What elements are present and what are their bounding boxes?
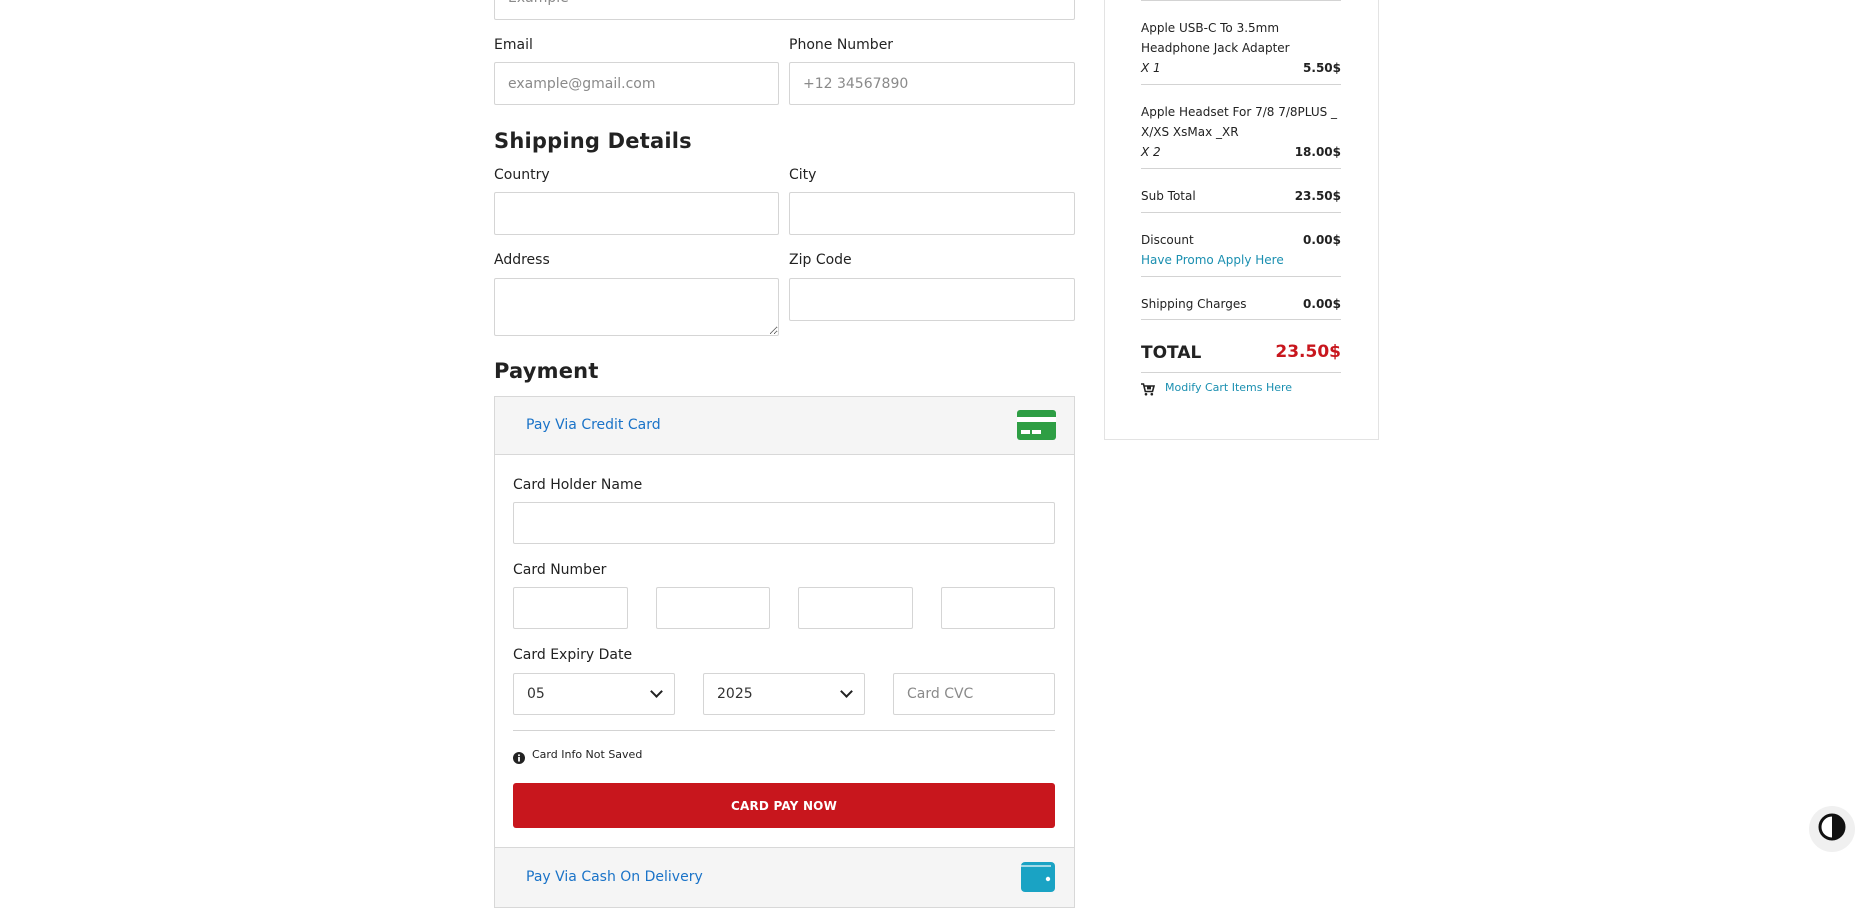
card-number-part-3[interactable] [798, 587, 913, 629]
contrast-icon [1818, 813, 1846, 845]
chevron-down-icon [650, 685, 663, 698]
expiry-month-select[interactable]: 05 [513, 673, 675, 715]
item-qty: X 1 [1141, 61, 1161, 75]
country-label: Country [494, 167, 550, 183]
shipping-charges-label: Shipping Charges [1141, 297, 1247, 311]
cash-on-delivery-option[interactable]: Pay Via Cash On Delivery [495, 847, 1074, 907]
zip-label: Zip Code [789, 252, 852, 268]
card-number-part-1[interactable] [513, 587, 628, 629]
zip-field[interactable] [789, 278, 1075, 321]
credit-card-option-label[interactable]: Pay Via Credit Card [526, 417, 661, 433]
expiry-month-value: 05 [527, 686, 545, 702]
summary-divider [1141, 168, 1341, 169]
expiry-label: Card Expiry Date [513, 647, 633, 663]
card-cvc-field[interactable] [893, 673, 1055, 715]
card-pay-now-button[interactable]: CARD PAY NOW [513, 783, 1055, 828]
city-field[interactable] [789, 192, 1075, 235]
credit-card-option[interactable]: Pay Via Credit Card [495, 397, 1074, 455]
info-icon [513, 749, 525, 768]
item-price: 18.00$ [1294, 145, 1341, 159]
summary-divider [1141, 84, 1341, 85]
card-number-part-4[interactable] [941, 587, 1055, 629]
cardholder-label: Card Holder Name [513, 477, 643, 493]
address-field[interactable] [494, 278, 779, 336]
city-label: City [789, 167, 817, 183]
promo-link[interactable]: Have Promo Apply Here [1141, 253, 1284, 267]
cardholder-field[interactable] [513, 502, 1055, 544]
email-label: Email [494, 37, 533, 53]
summary-divider [1141, 0, 1341, 1]
expiry-year-value: 2025 [717, 686, 753, 702]
discount-value: 0.00$ [1303, 233, 1341, 247]
name-field[interactable] [494, 0, 1075, 20]
summary-divider [1141, 319, 1341, 320]
phone-field[interactable] [789, 62, 1075, 105]
theme-toggle-button[interactable] [1809, 806, 1855, 852]
discount-label: Discount [1141, 233, 1194, 247]
cart-icon [1141, 381, 1156, 400]
total-value: 23.50$ [1275, 342, 1341, 362]
modify-cart-link[interactable]: Modify Cart Items Here [1165, 381, 1292, 394]
card-number-label: Card Number [513, 562, 607, 578]
email-field[interactable] [494, 62, 779, 105]
wallet-icon [1021, 862, 1055, 896]
cash-on-delivery-option-label[interactable]: Pay Via Cash On Delivery [526, 869, 703, 885]
subtotal-value: 23.50$ [1294, 189, 1341, 203]
item-name: X/XS XsMax _XR [1141, 125, 1239, 139]
item-name: Apple Headset For 7/8 7/8PLUS _ [1141, 105, 1338, 119]
credit-card-icon [1017, 410, 1056, 444]
item-qty: X 2 [1141, 145, 1161, 159]
expiry-year-select[interactable]: 2025 [703, 673, 865, 715]
phone-label: Phone Number [789, 37, 894, 53]
card-number-part-2[interactable] [656, 587, 770, 629]
item-name: Apple USB-C To 3.5mm [1141, 21, 1280, 35]
payment-title: Payment [494, 359, 599, 383]
divider [513, 730, 1055, 731]
item-name: Headphone Jack Adapter [1141, 41, 1290, 55]
item-price: 5.50$ [1303, 61, 1341, 75]
country-field[interactable] [494, 192, 779, 235]
address-label: Address [494, 252, 550, 268]
summary-divider [1141, 212, 1341, 213]
total-label: TOTAL [1141, 343, 1202, 363]
shipping-title: Shipping Details [494, 129, 692, 153]
card-info-note: Card Info Not Saved [532, 748, 643, 761]
summary-divider [1141, 276, 1341, 277]
summary-divider [1141, 372, 1341, 373]
shipping-charges-value: 0.00$ [1303, 297, 1341, 311]
subtotal-label: Sub Total [1141, 189, 1196, 203]
chevron-down-icon [840, 685, 853, 698]
